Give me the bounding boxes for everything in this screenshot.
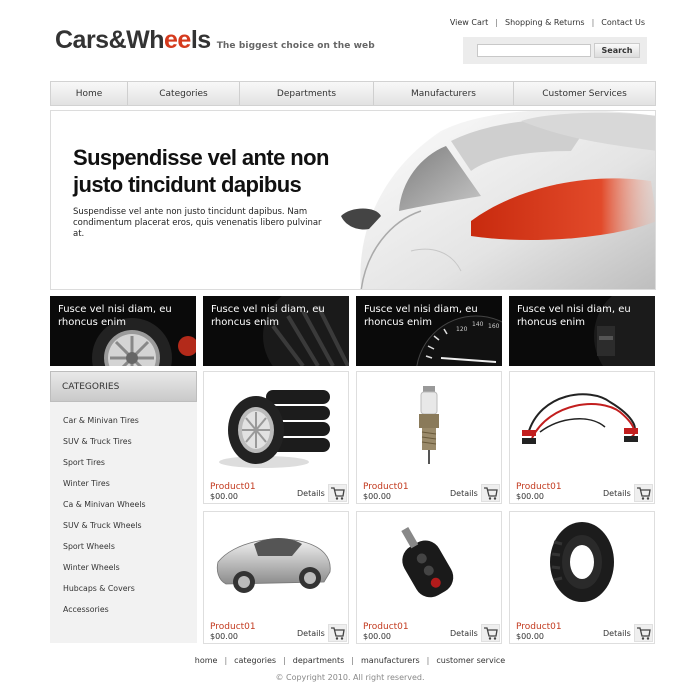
product-name[interactable]: Product01 <box>363 622 409 632</box>
logo-tagline: The biggest choice on the web <box>216 41 375 51</box>
category-item[interactable]: Car & Minivan Tires <box>50 410 197 431</box>
cart-icon <box>637 487 651 500</box>
product-name[interactable]: Product01 <box>516 622 562 632</box>
cart-icon <box>331 487 345 500</box>
site-logo[interactable]: Cars&Wheels The biggest choice on the we… <box>55 26 375 55</box>
tire-stack-image[interactable] <box>204 372 348 477</box>
shopping-returns-link[interactable]: Shopping & Returns <box>505 18 585 27</box>
main-nav: Home Categories Departments Manufacturer… <box>50 81 656 106</box>
product-price: $00.00 <box>363 492 391 501</box>
nav-manufacturers[interactable]: Manufacturers <box>374 82 514 105</box>
search-button[interactable]: Search <box>594 43 640 58</box>
link-separator: | <box>591 18 595 27</box>
product-card: Product01 $00.00 Details <box>509 371 655 504</box>
hero-text: Suspendisse vel ante non justo tincidunt… <box>73 207 322 239</box>
promo-box[interactable]: 120 140 160 Fusce vel nisi diam, eu rhoncu… <box>356 296 502 366</box>
link-separator: | <box>283 656 286 665</box>
promo-text: Fusce vel nisi diam, eu rhoncus enim <box>364 304 478 328</box>
nav-customer-services[interactable]: Customer Services <box>514 82 655 105</box>
category-list: Car & Minivan Tires SUV & Truck Tires Sp… <box>50 402 197 620</box>
product-price: $00.00 <box>516 632 544 641</box>
category-item[interactable]: Hubcaps & Covers <box>50 578 197 599</box>
product-name[interactable]: Product01 <box>210 482 256 492</box>
hero-title: Suspendisse vel ante non justo tincidunt… <box>73 145 329 197</box>
product-price: $00.00 <box>363 632 391 641</box>
footer-customer-service-link[interactable]: customer service <box>436 656 505 665</box>
details-link[interactable]: Details <box>450 489 478 498</box>
category-item[interactable]: Sport Tires <box>50 452 197 473</box>
nav-home[interactable]: Home <box>51 82 128 105</box>
promo-text: Fusce vel nisi diam, eu rhoncus enim <box>211 304 325 328</box>
copyright-text: © Copyright 2010. All right reserved. <box>275 673 425 682</box>
cart-icon <box>331 627 345 640</box>
link-separator: | <box>351 656 354 665</box>
product-card: Product01 $00.00 Details <box>203 511 349 644</box>
add-to-cart-button[interactable] <box>634 484 653 502</box>
promo-text: Fusce vel nisi diam, eu rhoncus enim <box>517 304 631 328</box>
cart-icon <box>484 627 498 640</box>
top-links: View Cart | Shopping & Returns | Contact… <box>450 18 645 27</box>
promo-box[interactable]: Fusce vel nisi diam, eu rhoncus enim <box>509 296 655 366</box>
jumper-cables-image[interactable] <box>510 372 654 477</box>
search-box: Search <box>463 37 647 64</box>
product-name[interactable]: Product01 <box>363 482 409 492</box>
category-item[interactable]: SUV & Truck Tires <box>50 431 197 452</box>
footer-manufacturers-link[interactable]: manufacturers <box>361 656 420 665</box>
category-item[interactable]: Ca & Minivan Wheels <box>50 494 197 515</box>
details-link[interactable]: Details <box>450 629 478 638</box>
search-input[interactable] <box>477 44 591 57</box>
view-cart-link[interactable]: View Cart <box>450 18 488 27</box>
promo-box[interactable]: Fusce vel nisi diam, eu rhoncus enim <box>50 296 196 366</box>
logo-wordmark: Cars&Wheels <box>55 26 211 54</box>
link-separator: | <box>495 18 498 27</box>
add-to-cart-button[interactable] <box>481 624 500 642</box>
link-separator: | <box>426 656 430 665</box>
promo-text: Fusce vel nisi diam, eu rhoncus enim <box>58 304 172 328</box>
product-name[interactable]: Product01 <box>210 622 256 632</box>
cart-icon <box>484 487 498 500</box>
footer-links: home | categories | departments | manufacturer… <box>0 656 700 665</box>
product-card: Product01 $00.00 Details <box>356 511 502 644</box>
details-link[interactable]: Details <box>603 489 631 498</box>
link-separator: | <box>224 656 228 665</box>
product-price: $00.00 <box>210 632 238 641</box>
single-tire-image[interactable] <box>510 512 654 617</box>
hero-banner[interactable]: Suspendisse vel ante non justo tincidunt… <box>50 110 656 290</box>
footer-categories-link[interactable]: categories <box>234 656 276 665</box>
product-card: Product01 $00.00 Details <box>509 511 655 644</box>
product-price: $00.00 <box>516 492 544 501</box>
category-item[interactable]: SUV & Truck Wheels <box>50 515 197 536</box>
cart-icon <box>637 627 651 640</box>
footer-home-link[interactable]: home <box>195 656 218 665</box>
details-link[interactable]: Details <box>297 629 325 638</box>
product-name[interactable]: Product01 <box>516 482 562 492</box>
category-item[interactable]: Winter Tires <box>50 473 197 494</box>
add-to-cart-button[interactable] <box>328 484 347 502</box>
nav-departments[interactable]: Departments <box>240 82 374 105</box>
product-price: $00.00 <box>210 492 238 501</box>
car-key-remote-image[interactable] <box>357 512 501 617</box>
silver-sports-car-image[interactable] <box>204 512 348 617</box>
add-to-cart-button[interactable] <box>481 484 500 502</box>
product-card: Product01 $00.00 Details <box>203 371 349 504</box>
categories-sidebar: CATEGORIES Car & Minivan Tires SUV & Tru… <box>50 371 197 643</box>
category-item[interactable]: Winter Wheels <box>50 557 197 578</box>
spark-plug-image[interactable] <box>357 372 501 477</box>
sidebar-title: CATEGORIES <box>50 371 197 402</box>
nav-categories[interactable]: Categories <box>128 82 240 105</box>
product-card: Product01 $00.00 Details <box>356 371 502 504</box>
contact-us-link[interactable]: Contact Us <box>601 18 645 27</box>
details-link[interactable]: Details <box>297 489 325 498</box>
footer-departments-link[interactable]: departments <box>293 656 345 665</box>
promo-box[interactable]: Fusce vel nisi diam, eu rhoncus enim <box>203 296 349 366</box>
add-to-cart-button[interactable] <box>634 624 653 642</box>
add-to-cart-button[interactable] <box>328 624 347 642</box>
category-item[interactable]: Sport Wheels <box>50 536 197 557</box>
category-item[interactable]: Accessories <box>50 599 197 620</box>
details-link[interactable]: Details <box>603 629 631 638</box>
hero-car-image <box>341 111 655 289</box>
